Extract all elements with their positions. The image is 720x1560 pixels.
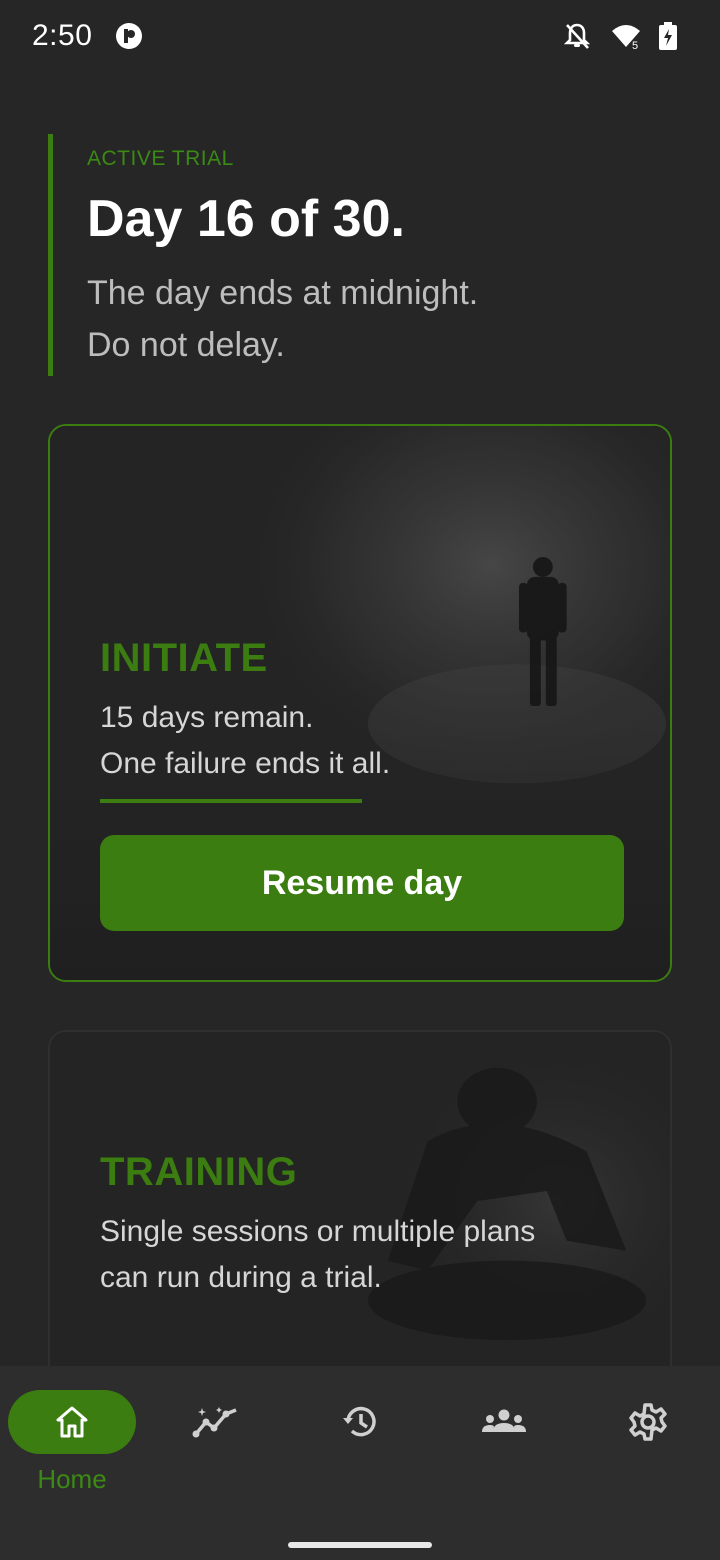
wifi-icon: 5 [610,21,640,52]
initiate-card-content: INITIATE 15 days remain. One failure end… [100,636,624,931]
home-indicator[interactable] [288,1542,432,1548]
initiate-title: INITIATE [100,636,268,680]
app-notification-icon [114,21,144,51]
training-line1: Single sessions or multiple plans [100,1215,536,1248]
nav-pill-settings[interactable] [584,1390,712,1454]
trial-header: ACTIVE TRIAL Day 16 of 30. The day ends … [48,134,668,376]
bottom-navigation: Home [0,1366,720,1560]
nav-item-settings[interactable] [583,1390,713,1510]
status-time: 2:50 [32,19,93,52]
nav-item-community[interactable] [439,1390,569,1510]
nav-pill-home[interactable] [8,1390,136,1454]
wifi-badge: 5 [632,40,638,51]
initiate-card[interactable]: INITIATE 15 days remain. One failure end… [48,424,672,982]
training-line2: can run during a trial. [100,1261,382,1294]
training-card[interactable]: TRAINING Single sessions or multiple pla… [48,1030,672,1370]
nav-label-home: Home [37,1464,107,1494]
trial-title: Day 16 of 30. [87,190,405,248]
nav-pill-community[interactable] [440,1390,568,1454]
trial-subtitle-line2: Do not delay. [87,326,285,364]
initiate-progress-bar [100,799,362,803]
notifications-off-icon [562,21,592,51]
group-icon [482,1409,526,1432]
initiate-line1: 15 days remain. [100,701,314,734]
resume-day-button[interactable]: Resume day [100,835,624,931]
initiate-line2: One failure ends it all. [100,747,391,780]
settings-icon [629,1403,667,1441]
training-card-content: TRAINING Single sessions or multiple pla… [100,1150,622,1301]
nav-item-home[interactable]: Home [7,1390,137,1510]
training-title: TRAINING [100,1150,298,1194]
home-icon [56,1406,88,1438]
trial-eyebrow: ACTIVE TRIAL [87,147,234,170]
nav-item-insights[interactable] [151,1390,281,1510]
training-description: Single sessions or multiple plans can ru… [100,1209,622,1301]
nav-pill-history[interactable] [296,1390,424,1454]
trial-subtitle: The day ends at midnight. Do not delay. [87,267,668,371]
status-bar: 2:50 5 [0,0,720,72]
history-icon [343,1406,376,1437]
nav-item-history[interactable] [295,1390,425,1510]
trial-subtitle-line1: The day ends at midnight. [87,274,479,312]
initiate-description: 15 days remain. One failure ends it all. [100,695,622,787]
battery-charging-icon [658,21,688,51]
nav-pill-insights[interactable] [152,1390,280,1454]
insights-icon [192,1407,237,1438]
